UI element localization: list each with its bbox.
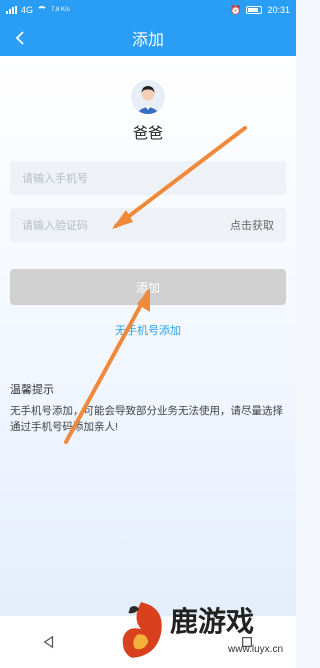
get-code-button[interactable]: 点击获取 [230, 217, 274, 233]
nav-back-button[interactable] [38, 631, 60, 653]
relative-name: 爸爸 [132, 125, 163, 142]
verification-code-input[interactable]: 请输入验证码 点击获取 [10, 208, 286, 242]
network-speed-label: 7.8 K/s [51, 7, 70, 13]
tips-title: 温馨提示 [10, 384, 54, 396]
avatar [131, 80, 165, 114]
father-avatar-icon [131, 80, 165, 114]
cellular-signal-icon [6, 6, 17, 14]
app-header: 添加 [0, 20, 296, 56]
code-placeholder: 请输入验证码 [22, 220, 88, 232]
phone-placeholder: 请输入手机号 [22, 173, 88, 185]
wifi-icon [37, 6, 48, 14]
status-bar: 4G 7.8 K/s ⏰ 20:31 [0, 0, 296, 20]
tips-text: 无手机号添加，可能会导致部分业务无法使用，请尽量选择通过手机号码添加亲人! [10, 405, 283, 433]
system-navigation-bar [0, 616, 296, 668]
alarm-icon: ⏰ [230, 4, 242, 15]
circle-home-icon [142, 636, 154, 648]
nav-recents-button[interactable] [236, 631, 258, 653]
chevron-left-icon [15, 31, 24, 45]
page-title: 添加 [131, 32, 164, 49]
square-recents-icon [241, 637, 252, 647]
battery-icon [246, 6, 263, 14]
triangle-back-icon [43, 635, 54, 649]
clock-label: 20:31 [267, 5, 290, 15]
phone-input[interactable]: 请输入手机号 [10, 161, 286, 195]
nav-home-button[interactable] [137, 631, 159, 653]
no-phone-add-link[interactable]: 无手机号添加 [0, 322, 296, 338]
add-button[interactable]: 添加 [10, 269, 286, 305]
back-button[interactable] [10, 27, 32, 49]
network-type-label: 4G [21, 5, 34, 15]
